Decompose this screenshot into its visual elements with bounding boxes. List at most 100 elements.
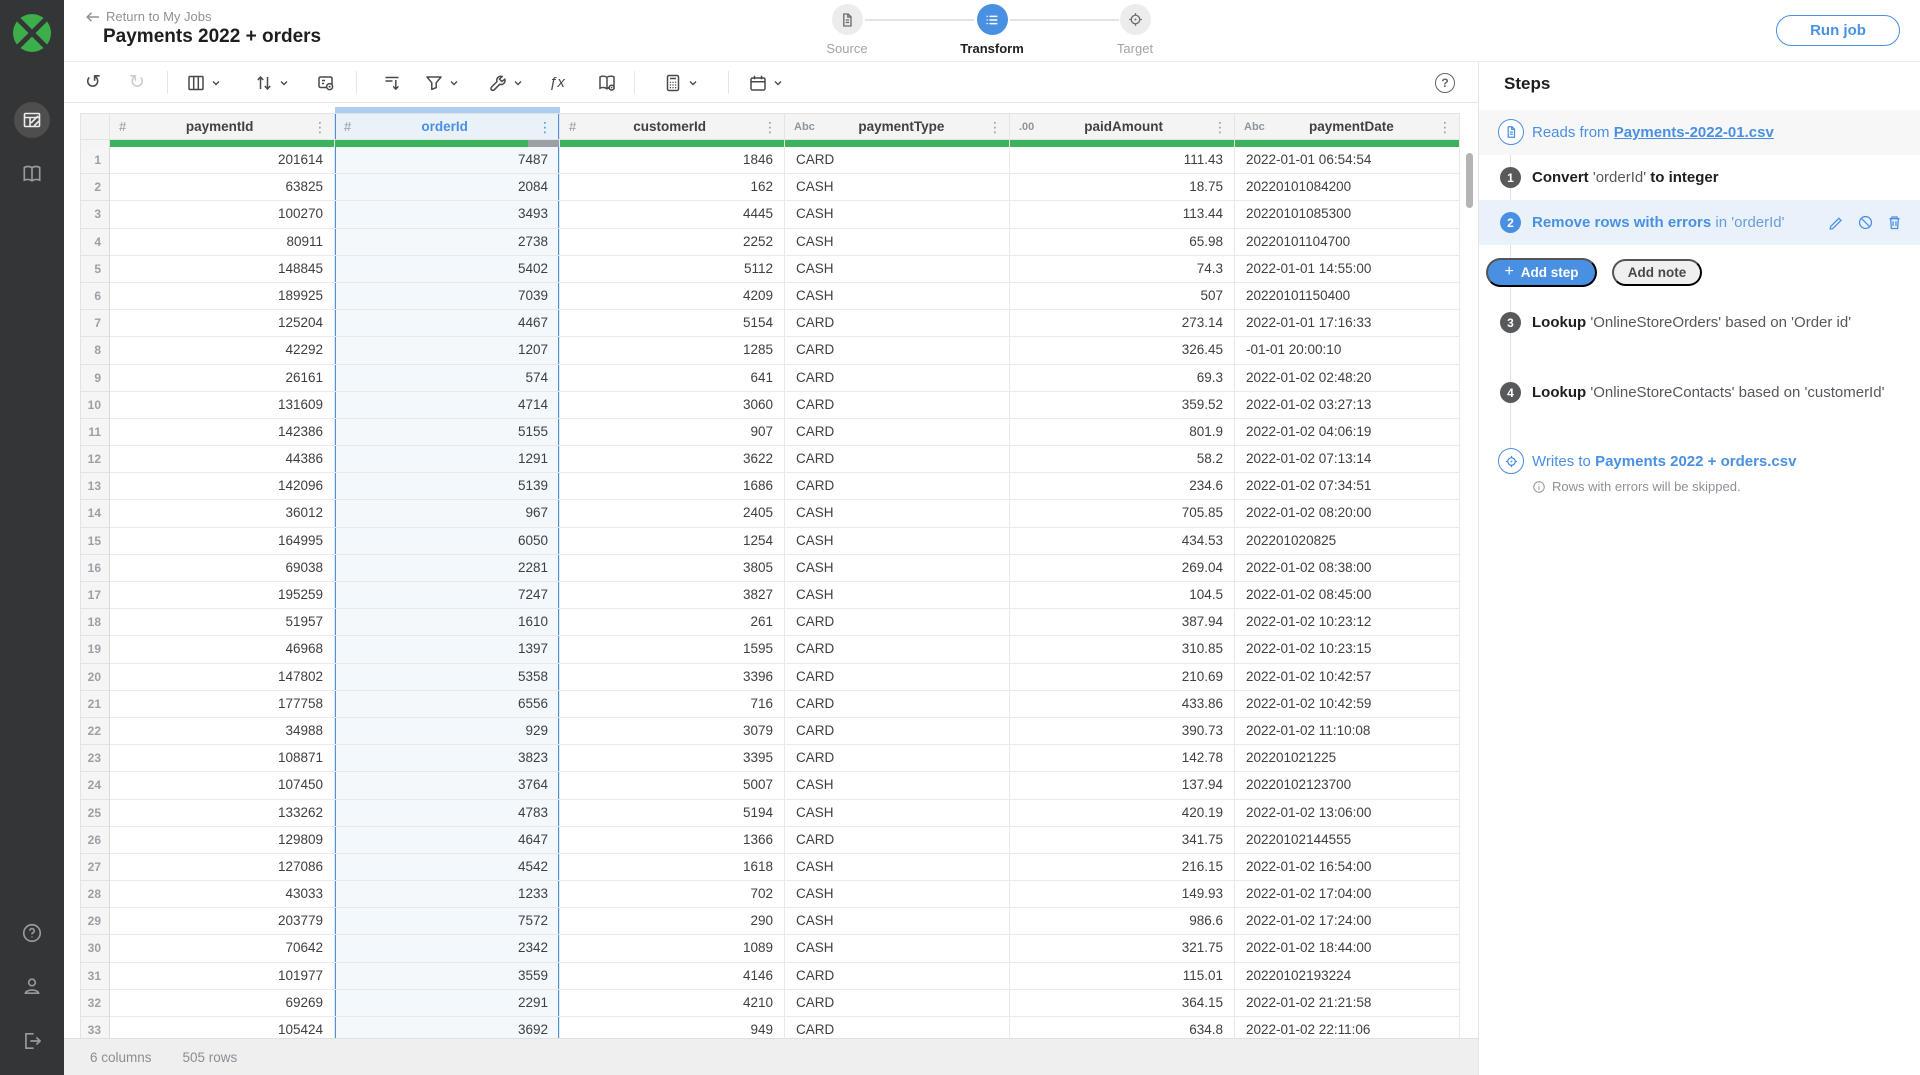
sidebar-item-data-grid[interactable] (14, 102, 50, 138)
cell-orderId[interactable]: 2281 (335, 555, 560, 582)
cell-customerId[interactable]: 702 (560, 881, 785, 908)
column-menu-icon[interactable]: ⋮ (1438, 120, 1452, 134)
cell-paymentDate[interactable]: 2022-01-02 10:23:12 (1235, 609, 1460, 636)
cell-paymentType[interactable]: CARD (785, 147, 1010, 174)
cell-paymentType[interactable]: CARD (785, 310, 1010, 337)
cell-paymentDate[interactable]: 2022-01-02 22:11:06 (1235, 1017, 1460, 1038)
row-number[interactable]: 4 (80, 229, 110, 256)
cell-paymentType[interactable]: CASH (785, 528, 1010, 555)
cell-paidAmount[interactable]: 115.01 (1010, 963, 1235, 990)
cell-paymentId[interactable]: 108871 (110, 745, 335, 772)
row-number[interactable]: 10 (80, 392, 110, 419)
cell-paymentDate[interactable]: 2022-01-01 06:54:54 (1235, 147, 1460, 174)
cell-paymentDate[interactable]: 20220102123700 (1235, 772, 1460, 799)
cell-orderId[interactable]: 967 (335, 500, 560, 527)
cell-paidAmount[interactable]: 364.15 (1010, 990, 1235, 1017)
column-menu-icon[interactable]: ⋮ (313, 120, 327, 134)
column-header-paymentDate[interactable]: AbcpaymentDate⋮ (1235, 113, 1460, 140)
cell-orderId[interactable]: 1233 (335, 881, 560, 908)
back-link[interactable]: Return to My Jobs (86, 9, 212, 24)
cell-paymentId[interactable]: 107450 (110, 772, 335, 799)
cell-customerId[interactable]: 5112 (560, 256, 785, 283)
cell-paymentId[interactable]: 125204 (110, 310, 335, 337)
cell-paymentDate[interactable]: 20220101085300 (1235, 201, 1460, 228)
step-4[interactable]: 4 Lookup 'OnlineStoreContacts' based on … (1479, 374, 1920, 444)
cell-customerId[interactable]: 1254 (560, 528, 785, 555)
cell-paymentDate[interactable]: 2022-01-02 16:54:00 (1235, 854, 1460, 881)
sort-button[interactable] (254, 62, 289, 103)
cell-paidAmount[interactable]: 801.9 (1010, 419, 1235, 446)
cell-orderId[interactable]: 3823 (335, 745, 560, 772)
column-header-customerId[interactable]: #customerId⋮ (560, 113, 785, 140)
column-menu-icon[interactable]: ⋮ (988, 120, 1002, 134)
column-menu-icon[interactable]: ⋮ (1213, 120, 1227, 134)
row-number[interactable]: 15 (80, 528, 110, 555)
cell-paymentId[interactable]: 34988 (110, 718, 335, 745)
cell-orderId[interactable]: 574 (335, 365, 560, 392)
row-number[interactable]: 31 (80, 963, 110, 990)
cell-customerId[interactable]: 3079 (560, 718, 785, 745)
cell-orderId[interactable]: 2738 (335, 229, 560, 256)
cell-paymentDate[interactable]: 2022-01-02 10:42:59 (1235, 691, 1460, 718)
cell-paymentId[interactable]: 203779 (110, 908, 335, 935)
step-2-selected[interactable]: 2 Remove rows with errors in 'orderId' (1479, 200, 1920, 245)
row-number[interactable]: 33 (80, 1017, 110, 1038)
row-number[interactable]: 17 (80, 582, 110, 609)
cell-paymentDate[interactable]: 2022-01-02 08:45:00 (1235, 582, 1460, 609)
row-number[interactable]: 32 (80, 990, 110, 1017)
cell-orderId[interactable]: 1291 (335, 446, 560, 473)
cell-paymentType[interactable]: CASH (785, 772, 1010, 799)
cell-customerId[interactable]: 4445 (560, 201, 785, 228)
cell-paymentId[interactable]: 51957 (110, 609, 335, 636)
cell-paymentId[interactable]: 42292 (110, 337, 335, 364)
cell-paymentId[interactable]: 147802 (110, 664, 335, 691)
tab-transform[interactable]: Transform (944, 4, 1040, 56)
row-number[interactable]: 14 (80, 500, 110, 527)
column-header-paidAmount[interactable]: .00paidAmount⋮ (1010, 113, 1235, 140)
cell-paymentDate[interactable]: 2022-01-02 11:10:08 (1235, 718, 1460, 745)
cell-paymentId[interactable]: 164995 (110, 528, 335, 555)
cell-paymentId[interactable]: 177758 (110, 691, 335, 718)
cell-paidAmount[interactable]: 321.75 (1010, 935, 1235, 962)
cell-paymentId[interactable]: 63825 (110, 174, 335, 201)
cell-customerId[interactable]: 4146 (560, 963, 785, 990)
row-number[interactable]: 2 (80, 174, 110, 201)
cell-paymentId[interactable]: 44386 (110, 446, 335, 473)
cell-customerId[interactable]: 5194 (560, 800, 785, 827)
cell-paymentId[interactable]: 36012 (110, 500, 335, 527)
cell-customerId[interactable]: 907 (560, 419, 785, 446)
cell-paymentDate[interactable]: 2022-01-02 03:27:13 (1235, 392, 1460, 419)
cell-paymentId[interactable]: 70642 (110, 935, 335, 962)
cell-paymentType[interactable]: CASH (785, 256, 1010, 283)
cell-paymentDate[interactable]: 2022-01-02 02:48:20 (1235, 365, 1460, 392)
cell-paymentId[interactable]: 148845 (110, 256, 335, 283)
cell-paymentId[interactable]: 101977 (110, 963, 335, 990)
cell-paymentDate[interactable]: 2022-01-02 07:34:51 (1235, 473, 1460, 500)
edit-step-button[interactable] (1828, 214, 1845, 231)
source-file-link[interactable]: Payments-2022-01.csv (1614, 124, 1774, 141)
cell-paymentId[interactable]: 142096 (110, 473, 335, 500)
cell-paymentDate[interactable]: 2022-01-02 17:04:00 (1235, 881, 1460, 908)
cell-paymentDate[interactable]: 20220101104700 (1235, 229, 1460, 256)
filter-button[interactable] (424, 62, 459, 103)
cell-paymentDate[interactable]: 2022-01-02 13:06:00 (1235, 800, 1460, 827)
row-number[interactable]: 27 (80, 854, 110, 881)
cell-orderId[interactable]: 4783 (335, 800, 560, 827)
cell-orderId[interactable]: 5402 (335, 256, 560, 283)
cell-paymentType[interactable]: CASH (785, 229, 1010, 256)
cell-paymentType[interactable]: CASH (785, 283, 1010, 310)
cell-paymentDate[interactable]: 20220101150400 (1235, 283, 1460, 310)
cell-customerId[interactable]: 1089 (560, 935, 785, 962)
cell-paymentId[interactable]: 100270 (110, 201, 335, 228)
help-button[interactable]: ? (1435, 73, 1455, 93)
cell-paymentType[interactable]: CARD (785, 392, 1010, 419)
cell-orderId[interactable]: 3559 (335, 963, 560, 990)
step-1[interactable]: 1 Convert 'orderId' to integer (1479, 155, 1920, 200)
cell-orderId[interactable]: 7039 (335, 283, 560, 310)
cell-paymentType[interactable]: CARD (785, 990, 1010, 1017)
cell-customerId[interactable]: 5007 (560, 772, 785, 799)
cell-customerId[interactable]: 1366 (560, 827, 785, 854)
row-number[interactable]: 26 (80, 827, 110, 854)
column-header-orderId[interactable]: #orderId⋮ (335, 113, 560, 140)
cell-customerId[interactable]: 5154 (560, 310, 785, 337)
